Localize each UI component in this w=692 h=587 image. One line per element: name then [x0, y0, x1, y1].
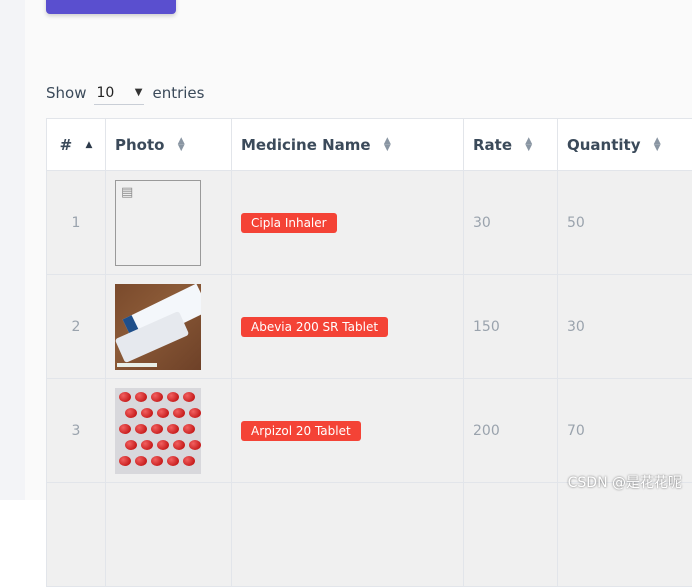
chevron-down-icon: ▼: [135, 87, 143, 98]
pill-decoration: [167, 456, 179, 466]
medicine-name-badge: Abevia 200 SR Tablet: [241, 317, 388, 337]
column-header-medicine-name[interactable]: Medicine Name ▲▼: [232, 119, 464, 171]
photo-cell: [106, 275, 232, 379]
side-strip: [0, 0, 25, 500]
photo-cell: [106, 379, 232, 483]
medicine-name-badge: Cipla Inhaler: [241, 213, 337, 233]
pill-decoration: [135, 392, 147, 402]
column-header-quantity[interactable]: Quantity ▲▼: [558, 119, 692, 171]
pill-decoration: [135, 424, 147, 434]
pill-decoration: [141, 440, 153, 450]
pill-decoration: [119, 392, 131, 402]
sort-icon: ▲▼: [654, 138, 661, 152]
row-number: 1: [47, 171, 106, 275]
column-header-number[interactable]: # ▲: [47, 119, 106, 171]
photo-cell: ▤: [106, 171, 232, 275]
pill-decoration: [125, 408, 137, 418]
rate-cell: 30: [464, 171, 558, 275]
table-row: 2 Abevia 200 SR Tablet 150 30: [47, 275, 692, 379]
table-row: 1 ▤ Cipla Inhaler 30 50: [47, 171, 692, 275]
medicine-name-cell: Cipla Inhaler: [232, 171, 464, 275]
table-header-row: # ▲ Photo ▲▼ Medicine Name ▲▼ Rate ▲▼ Qu…: [47, 119, 692, 171]
pill-decoration: [173, 408, 185, 418]
entries-length-control: Show 10 ▼ entries: [46, 80, 204, 106]
column-header-photo[interactable]: Photo ▲▼: [106, 119, 232, 171]
pill-decoration: [183, 456, 195, 466]
show-label: Show: [46, 84, 86, 102]
medicine-table: # ▲ Photo ▲▼ Medicine Name ▲▼ Rate ▲▼ Qu…: [46, 118, 692, 587]
pill-decoration: [141, 408, 153, 418]
pill-decoration: [151, 392, 163, 402]
row-number: 3: [47, 379, 106, 483]
sort-icon: ▲▼: [525, 138, 532, 152]
quantity-cell: 30: [558, 275, 692, 379]
quantity-cell: 50: [558, 171, 692, 275]
pill-decoration: [135, 456, 147, 466]
pill-decoration: [151, 456, 163, 466]
medicine-name-cell: Abevia 200 SR Tablet: [232, 275, 464, 379]
table-row: [47, 483, 692, 587]
pill-decoration: [157, 408, 169, 418]
sort-icon: ▲▼: [178, 138, 185, 152]
column-header-rate[interactable]: Rate ▲▼: [464, 119, 558, 171]
red-pills-blister-photo: [115, 388, 201, 474]
entries-select[interactable]: 10 ▼: [94, 81, 144, 105]
pill-decoration: [189, 408, 201, 418]
rate-cell: 200: [464, 379, 558, 483]
entries-select-value: 10: [96, 85, 114, 101]
pill-decoration: [125, 440, 137, 450]
pill-decoration: [119, 424, 131, 434]
primary-action-button[interactable]: [46, 0, 176, 14]
rate-cell: 150: [464, 275, 558, 379]
sort-icon: ▲▼: [384, 138, 391, 152]
pill-decoration: [167, 392, 179, 402]
pill-decoration: [183, 392, 195, 402]
pill-decoration: [189, 440, 201, 450]
medicine-box-photo: [115, 284, 201, 370]
quantity-cell: 70: [558, 379, 692, 483]
watermark: CSDN @是花花呢: [568, 472, 682, 492]
entries-label: entries: [152, 84, 204, 102]
medicine-name-badge: Arpizol 20 Tablet: [241, 421, 361, 441]
pill-decoration: [183, 424, 195, 434]
row-number: 2: [47, 275, 106, 379]
broken-image-icon: ▤: [115, 180, 201, 266]
sort-ascending-icon: ▲: [85, 142, 92, 149]
medicine-name-cell: Arpizol 20 Tablet: [232, 379, 464, 483]
pill-decoration: [119, 456, 131, 466]
pill-decoration: [157, 440, 169, 450]
pill-decoration: [151, 424, 163, 434]
pill-decoration: [173, 440, 185, 450]
pill-decoration: [167, 424, 179, 434]
table-row: 3 Arpizol 20 Tablet 200 70: [47, 379, 692, 483]
